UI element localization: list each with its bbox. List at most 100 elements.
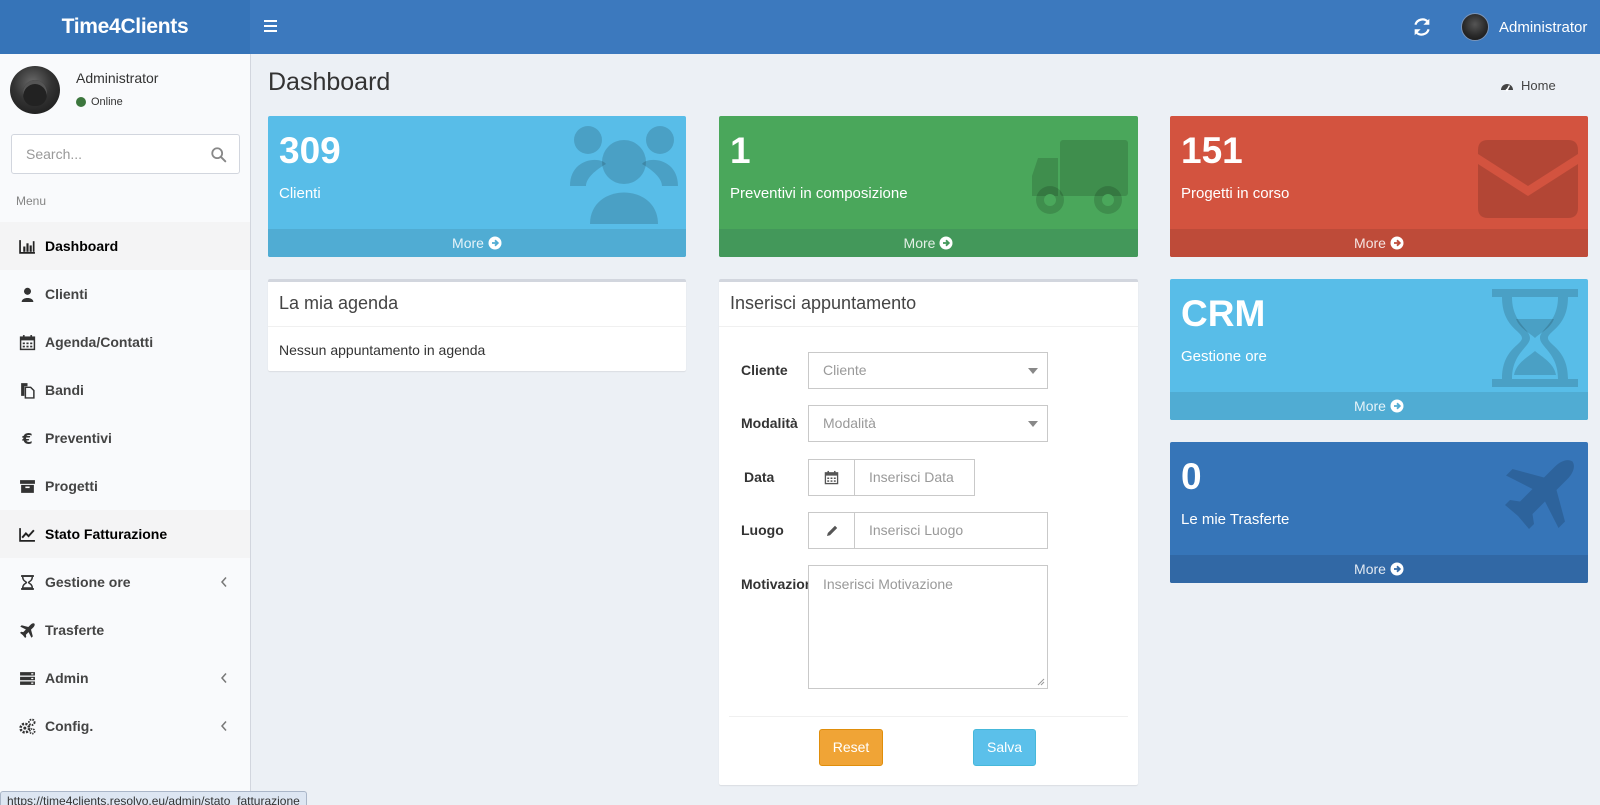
caret-down-icon	[1028, 368, 1038, 374]
sidebar-search	[11, 134, 240, 174]
motivazione-placeholder: Inserisci Motivazione	[823, 576, 953, 592]
luogo-label: Luogo	[741, 522, 784, 538]
pencil-icon	[826, 525, 837, 536]
sidebar-item-label: Gestione ore	[45, 574, 131, 590]
more-label: More	[1354, 561, 1386, 577]
breadcrumb-home[interactable]: Home	[1521, 78, 1556, 93]
data-input[interactable]: Inserisci Data	[869, 469, 954, 485]
sidebar-item-stato-fatturazione[interactable]: Stato Fatturazione	[0, 510, 250, 558]
sidebar-item-label: Trasferte	[45, 622, 105, 638]
agenda-panel: La mia agenda Nessun appuntamento in age…	[268, 279, 686, 371]
form-footer-divider	[729, 716, 1128, 717]
cliente-select-value: Cliente	[823, 362, 867, 378]
more-link[interactable]: More	[1170, 555, 1588, 583]
modalita-label: Modalità	[741, 415, 798, 431]
stat-label: Preventivi in composizione	[730, 185, 908, 202]
more-link[interactable]: More	[1170, 392, 1588, 420]
hourglass-icon	[21, 574, 34, 590]
archive-icon	[20, 479, 35, 493]
sidebar-item-label: Preventivi	[45, 430, 112, 446]
sidebar-item-label: Agenda/Contatti	[45, 334, 154, 350]
sidebar-toggle-icon[interactable]	[264, 17, 284, 37]
calendar-icon	[19, 334, 36, 350]
progetti-stat-box: 151 Progetti in corso More	[1170, 116, 1588, 257]
envelope-icon	[1478, 140, 1578, 218]
preventivi-stat-box: 1 Preventivi in composizione More	[719, 116, 1138, 257]
page-title: Dashboard	[268, 68, 391, 96]
arrow-circle-right-icon	[1390, 562, 1404, 576]
euro-icon: €	[21, 430, 32, 447]
plane-icon	[1505, 460, 1574, 529]
motivazione-textarea[interactable]: Inserisci Motivazione	[808, 565, 1048, 689]
files-icon	[21, 382, 35, 399]
more-label: More	[452, 235, 484, 251]
stat-number: CRM	[1181, 293, 1266, 334]
sidebar-item-label: Bandi	[45, 382, 84, 398]
server-icon	[20, 671, 35, 685]
plane-icon	[20, 622, 35, 638]
panel-title: Inserisci appuntamento	[730, 293, 917, 313]
sidebar-item-config[interactable]: Config.	[0, 702, 250, 750]
sidebar-item-preventivi[interactable]: € Preventivi	[0, 414, 250, 462]
refresh-icon[interactable]	[1411, 16, 1433, 38]
calendar-addon	[809, 460, 855, 495]
sidebar-item-clienti[interactable]: Clienti	[0, 270, 250, 318]
resize-grip-icon[interactable]	[1037, 678, 1045, 686]
sidebar-item-label: Admin	[45, 670, 89, 686]
luogo-input[interactable]: Inserisci Luogo	[869, 522, 963, 538]
data-label: Data	[744, 469, 775, 485]
header-user-name: Administrator	[1499, 18, 1588, 36]
trasferte-stat-box: 0 Le mie Trasferte More	[1170, 442, 1588, 583]
modalita-select[interactable]: Modalità	[808, 405, 1048, 442]
cliente-label: Cliente	[741, 362, 788, 378]
search-icon[interactable]	[210, 146, 228, 164]
stat-label: Clienti	[279, 185, 321, 202]
more-link[interactable]: More	[719, 229, 1138, 257]
sidebar-item-progetti[interactable]: Progetti	[0, 462, 250, 510]
stat-label: Progetti in corso	[1181, 185, 1290, 202]
more-label: More	[1354, 235, 1386, 251]
reset-button[interactable]: Reset	[819, 729, 883, 766]
agenda-empty-message: Nessun appuntamento in agenda	[279, 342, 486, 358]
stat-label: Le mie Trasferte	[1181, 511, 1290, 528]
top-navbar: Time4Clients Administrator	[0, 0, 1600, 54]
sidebar-item-bandi[interactable]: Bandi	[0, 366, 250, 414]
chevron-left-icon[interactable]	[220, 720, 228, 732]
sidebar-item-trasferte[interactable]: Trasferte	[0, 606, 250, 654]
appointment-form-panel: Inserisci appuntamento Cliente Cliente M…	[719, 279, 1138, 785]
sidebar: Administrator Online Menu Dashboard Clie…	[0, 54, 251, 805]
more-link[interactable]: More	[1170, 229, 1588, 257]
status-dot-icon	[76, 97, 86, 107]
chevron-left-icon[interactable]	[220, 672, 228, 684]
more-label: More	[1354, 398, 1386, 414]
sidebar-item-label: Clienti	[45, 286, 88, 302]
sidebar-item-admin[interactable]: Admin	[0, 654, 250, 702]
avatar	[1461, 13, 1489, 41]
arrow-circle-right-icon	[939, 236, 953, 250]
hourglass-icon	[1492, 289, 1578, 387]
sidebar-item-dashboard[interactable]: Dashboard	[0, 222, 250, 270]
sidebar-item-label: Dashboard	[45, 238, 119, 254]
luogo-input-group[interactable]: Inserisci Luogo	[808, 512, 1048, 549]
sidebar-user-name: Administrator	[76, 70, 159, 86]
browser-status-url: https://time4clients.resolvo.eu/admin/st…	[0, 791, 307, 805]
breadcrumb[interactable]: Home	[1500, 78, 1556, 93]
user-menu[interactable]: Administrator	[1461, 13, 1587, 41]
data-input-group[interactable]: Inserisci Data	[808, 459, 975, 496]
sidebar-item-label: Config.	[45, 718, 94, 734]
sidebar-item-label: Progetti	[45, 478, 98, 494]
sidebar-item-agenda-contatti[interactable]: Agenda/Contatti	[0, 318, 250, 366]
app-logo[interactable]: Time4Clients	[0, 0, 250, 54]
save-button[interactable]: Salva	[973, 729, 1036, 766]
chevron-left-icon[interactable]	[220, 576, 228, 588]
arrow-circle-right-icon	[1390, 399, 1404, 413]
search-input[interactable]	[26, 135, 196, 173]
svg-text:€: €	[21, 430, 32, 447]
sidebar-item-gestione-ore[interactable]: Gestione ore	[0, 558, 250, 606]
truck-icon	[1032, 140, 1128, 214]
bar-chart-icon	[19, 239, 35, 254]
sidebar-menu: Dashboard Clienti Agenda/Contatti Bandi	[0, 222, 250, 750]
more-link[interactable]: More	[268, 229, 686, 257]
cliente-select[interactable]: Cliente	[808, 352, 1048, 389]
online-status: Online	[76, 96, 123, 108]
